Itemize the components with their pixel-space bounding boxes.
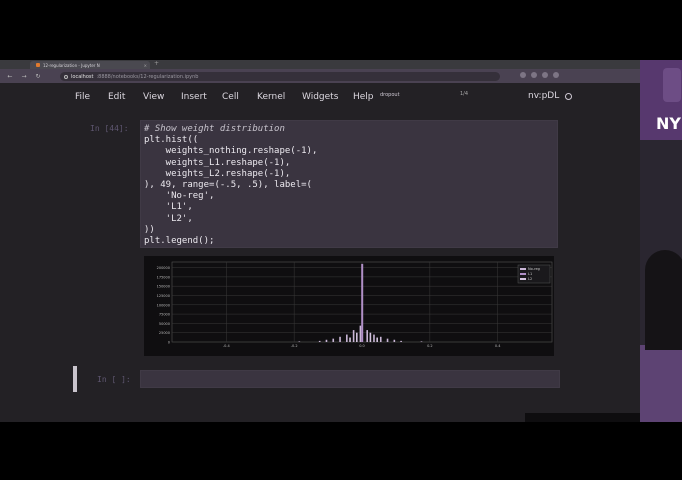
histogram-bar-l1 — [361, 263, 364, 342]
histogram-bar-no-reg — [393, 339, 396, 342]
histogram-bar-no-reg — [400, 340, 402, 342]
histogram-bar-no-reg — [373, 334, 375, 342]
jupyter-favicon-icon — [36, 63, 40, 67]
legend-label: L1 — [528, 272, 532, 276]
histogram-output: 0 25000 50000 75000 100000 125000 150000 175000… — [144, 256, 554, 356]
menu-cell[interactable]: Cell — [222, 92, 239, 102]
y-tick-label: 200000 — [157, 266, 170, 270]
y-tick-label: 0 — [168, 341, 170, 345]
y-tick-label: 100000 — [157, 303, 170, 307]
histogram-bar-no-reg — [352, 330, 355, 342]
kernel-name[interactable]: nv:pDL — [528, 91, 559, 101]
dropout-value: 1/4 — [460, 91, 469, 97]
code-line: weights_L2.reshape(-1), — [144, 168, 291, 179]
empty-code-cell[interactable] — [140, 370, 560, 388]
y-tick-label: 175000 — [157, 275, 170, 279]
extension-icons — [520, 72, 559, 78]
legend-swatch — [520, 278, 526, 280]
torch-logo-icon — [663, 68, 681, 102]
histogram-chart: 0 25000 50000 75000 100000 125000 150000 175000… — [157, 261, 553, 348]
histogram-bar-no-reg — [325, 339, 328, 342]
url-host: localhost — [71, 73, 94, 80]
legend-label: No-reg — [528, 267, 540, 271]
histogram-bar-no-reg — [332, 338, 335, 342]
code-line: 'L2', — [144, 213, 193, 224]
profile-icon[interactable] — [553, 72, 559, 78]
histogram-bar-l2 — [369, 332, 372, 342]
histogram-bar-no-reg — [359, 325, 362, 342]
url-field[interactable]: localhost :8888/notebooks/12-regularizat… — [60, 72, 500, 81]
histogram-bar-no-reg — [366, 330, 368, 342]
code-line: ), 49, range=(-.5, .5), label=( — [144, 180, 312, 191]
menu-edit[interactable]: Edit — [108, 92, 125, 102]
selected-cell-indicator — [73, 366, 77, 392]
histogram-bar-l2 — [376, 337, 378, 342]
back-icon[interactable]: ← — [6, 73, 14, 80]
code-line: weights_L1.reshape(-1), — [144, 157, 291, 168]
menu-file[interactable]: File — [75, 92, 90, 102]
histogram-bar-no-reg — [298, 341, 301, 342]
side-banner — [640, 345, 682, 422]
histogram-bar-no-reg — [346, 334, 348, 342]
extension-icon[interactable] — [531, 72, 537, 78]
screen-frame: 12-regularization - Jupyter N × + ← → ↻ … — [0, 60, 682, 422]
histogram-bar-l2 — [356, 332, 358, 342]
reload-icon[interactable]: ↻ — [34, 73, 42, 80]
dropout-label: dropout — [380, 92, 400, 98]
code-text[interactable]: # Show weight distribution plt.hist(( we… — [144, 124, 317, 247]
code-line: weights_nothing.reshape(-1), — [144, 146, 318, 157]
code-cell[interactable]: # Show weight distribution plt.hist(( we… — [140, 120, 558, 248]
histogram-bar-no-reg — [339, 336, 341, 342]
tab-title: 12-regularization - Jupyter N — [43, 62, 100, 68]
kernel-status-icon — [565, 93, 572, 100]
histogram-bar-no-reg — [420, 341, 423, 342]
menu-view[interactable]: View — [143, 92, 164, 102]
x-tick-label: 0.0 — [359, 344, 365, 348]
presenter-silhouette — [645, 250, 682, 350]
extension-icon[interactable] — [520, 72, 526, 78]
address-bar: ← → ↻ localhost :8888/notebooks/12-regul… — [0, 69, 640, 83]
code-line: )) — [144, 224, 155, 235]
y-tick-label: 75000 — [159, 313, 170, 317]
x-tick-label: -0.4 — [223, 344, 231, 348]
legend-swatch — [520, 268, 526, 270]
browser-tab[interactable]: 12-regularization - Jupyter N × — [30, 61, 150, 69]
code-line: 'L1', — [144, 202, 193, 213]
new-tab-icon[interactable]: + — [154, 60, 159, 67]
empty-cell-prompt: In [ ]: — [97, 375, 131, 384]
menu-insert[interactable]: Insert — [181, 92, 207, 102]
x-tick-label: 0.2 — [427, 344, 433, 348]
y-tick-label: 50000 — [159, 322, 170, 326]
legend-label: L2 — [528, 277, 532, 281]
code-line: plt.hist(( — [144, 135, 199, 146]
extension-icon[interactable] — [542, 72, 548, 78]
tab-close-icon[interactable]: × — [144, 63, 147, 68]
menu-help[interactable]: Help — [353, 92, 374, 102]
menu-kernel[interactable]: Kernel — [257, 92, 285, 102]
y-tick-label: 25000 — [159, 331, 170, 335]
y-tick-label: 125000 — [157, 294, 170, 298]
histogram-bar-no-reg — [379, 336, 382, 342]
forward-icon[interactable]: → — [20, 73, 28, 80]
histogram-bar-no-reg — [386, 338, 389, 342]
histogram-bar-l2 — [349, 337, 351, 342]
x-tick-label: -0.2 — [291, 344, 298, 348]
cell-prompt: In [44]: — [90, 124, 129, 133]
code-line: plt.legend(); — [144, 236, 215, 247]
legend-swatch — [520, 273, 526, 275]
code-line: 'No-reg', — [144, 191, 215, 202]
y-tick-label: 150000 — [157, 285, 170, 289]
bottom-overlay — [525, 413, 640, 422]
browser-tab-bar: 12-regularization - Jupyter N × + — [0, 60, 640, 69]
url-path: :8888/notebooks/12-regularization.ipynb — [96, 73, 199, 80]
x-tick-label: 0.4 — [495, 344, 501, 348]
menu-widgets[interactable]: Widgets — [302, 92, 338, 102]
histogram-bar-no-reg — [318, 340, 321, 342]
code-line: # Show weight distribution — [144, 124, 285, 134]
site-info-icon[interactable] — [64, 74, 68, 79]
logo-text: NY — [656, 114, 681, 133]
